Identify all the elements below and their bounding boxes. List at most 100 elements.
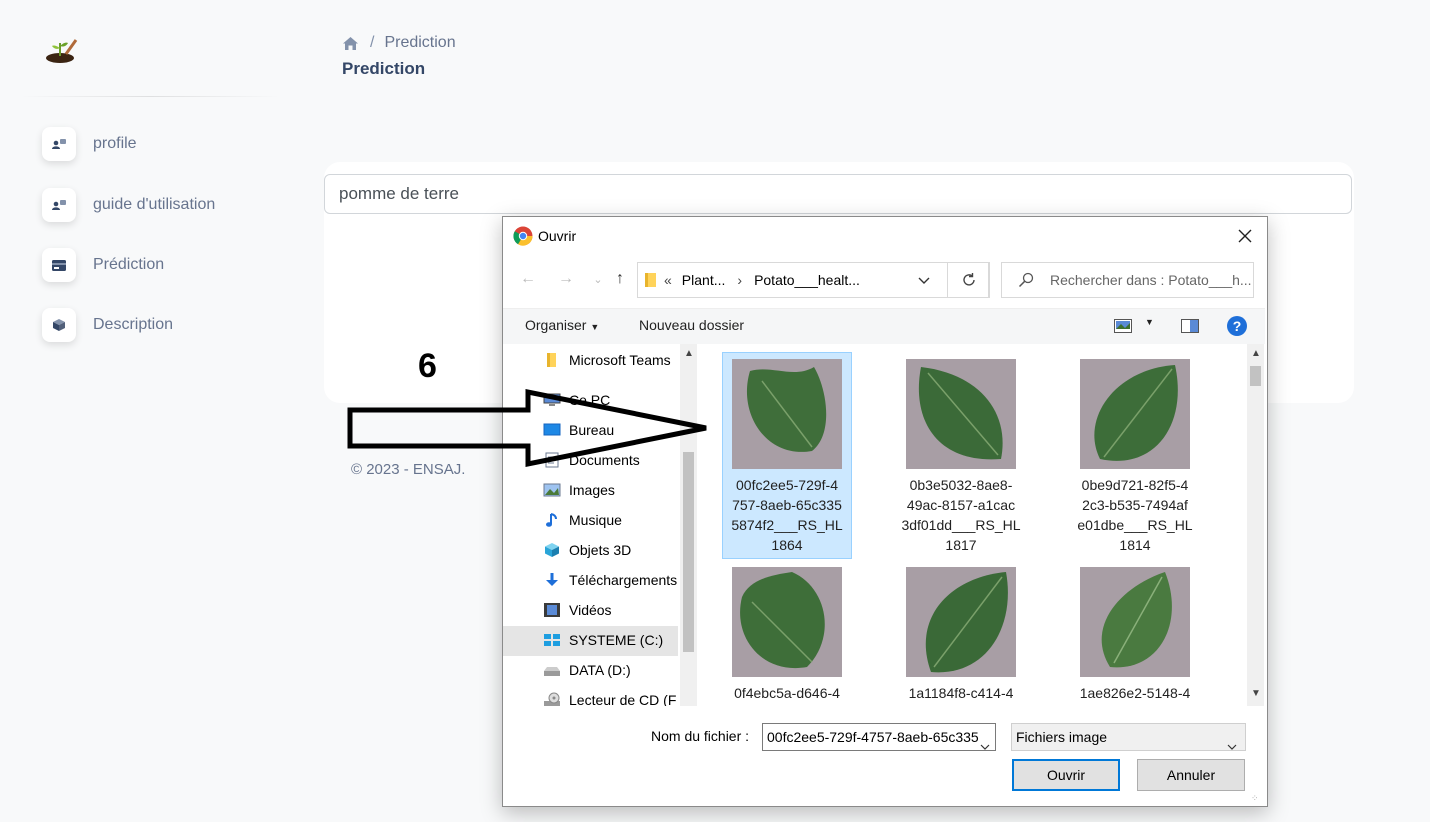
chevron-down-icon[interactable]: [1227, 733, 1237, 759]
address-bar[interactable]: « Plant... › Potato___healt...: [637, 262, 989, 298]
cancel-button[interactable]: Annuler: [1137, 759, 1245, 791]
tree-item-cd[interactable]: Lecteur de CD (F: [543, 685, 676, 706]
video-icon: [543, 602, 561, 618]
file-grid: 00fc2ee5-729f-4 757-8aeb-65c335 5874f2__…: [698, 344, 1265, 706]
folder-icon: [644, 272, 658, 288]
page-title: Prediction: [342, 59, 426, 78]
scroll-down-icon: ▼: [1251, 688, 1261, 699]
back-arrow-icon[interactable]: ←: [517, 267, 539, 291]
sidebar-item-label: profile: [93, 135, 137, 152]
plant-select[interactable]: pomme de terre: [324, 174, 1352, 214]
chrome-icon: [513, 226, 533, 251]
tree-item-telechargements[interactable]: Téléchargements: [543, 565, 677, 595]
annotation-arrow: [347, 388, 707, 468]
tree-item-data-d[interactable]: DATA (D:): [543, 655, 631, 685]
file-name: 0be9d721-82f5-4 2c3-b535-7494af e01dbe__…: [1077, 477, 1193, 553]
view-icon[interactable]: [1114, 319, 1132, 336]
file-item[interactable]: 1a1184f8-c414-4: [896, 561, 1026, 703]
file-name: 1a1184f8-c414-4: [908, 685, 1014, 701]
tree-item-videos[interactable]: Vidéos: [543, 595, 612, 625]
sidebar-item-prediction[interactable]: Prédiction: [42, 247, 282, 283]
scroll-up-icon: ▲: [1251, 348, 1261, 359]
file-name: 00fc2ee5-729f-4 757-8aeb-65c335 5874f2__…: [731, 477, 843, 553]
chevron-down-icon[interactable]: [980, 733, 990, 750]
leaf-thumbnail: [1080, 359, 1190, 469]
card-icon: [42, 248, 76, 282]
tree-item-microsoft-teams[interactable]: Microsoft Teams: [543, 345, 671, 375]
address-separator: ›: [737, 272, 743, 288]
file-name: 1ae826e2-5148-4: [1079, 685, 1191, 701]
scroll-up-icon: ▲: [684, 348, 694, 359]
sidebar-item-guide[interactable]: guide d'utilisation: [42, 187, 282, 223]
user-icon: [42, 127, 76, 161]
filetype-select[interactable]: Fichiers image: [1011, 723, 1246, 751]
filename-input[interactable]: 00fc2ee5-729f-4757-8aeb-65c335: [762, 723, 996, 751]
sidebar-item-label: Prédiction: [93, 256, 165, 273]
resize-grip-icon[interactable]: ⁘: [1251, 793, 1259, 804]
user-icon: [42, 188, 76, 222]
file-item[interactable]: 0f4ebc5a-d646-4: [722, 561, 852, 703]
search-box[interactable]: Rechercher dans : Potato___h...: [1001, 262, 1254, 298]
open-button[interactable]: Ouvrir: [1012, 759, 1120, 791]
tree-item-images[interactable]: Images: [543, 475, 615, 505]
file-name: 0b3e5032-8ae8- 49ac-8157-a1cac 3df01dd__…: [901, 477, 1021, 553]
organize-button[interactable]: Organiser ▼: [525, 317, 599, 333]
file-item[interactable]: 0be9d721-82f5-4 2c3-b535-7494af e01dbe__…: [1070, 353, 1200, 555]
file-name: 0f4ebc5a-d646-4: [734, 685, 840, 701]
recent-chevron-icon[interactable]: ⌄: [587, 267, 609, 291]
overflow-chevron[interactable]: «: [664, 272, 672, 288]
files-scrollbar[interactable]: ▲ ▼: [1247, 344, 1264, 706]
download-icon: [543, 572, 561, 588]
folder-icon: [543, 352, 561, 368]
search-icon: [1018, 272, 1034, 288]
drive-icon: [543, 632, 561, 648]
forward-arrow-icon[interactable]: →: [555, 267, 577, 291]
refresh-icon[interactable]: [947, 262, 990, 298]
new-folder-button[interactable]: Nouveau dossier: [639, 317, 744, 333]
scroll-thumb: [683, 452, 694, 652]
breadcrumb-current: Prediction: [384, 34, 456, 51]
breadcrumb: / Prediction: [343, 34, 456, 52]
tree-item-systeme-c[interactable]: SYSTEME (C:): [543, 625, 663, 655]
app-logo[interactable]: [44, 34, 80, 66]
cd-icon: [543, 692, 561, 706]
drive-icon: [543, 662, 561, 678]
home-icon[interactable]: [343, 36, 358, 50]
file-item[interactable]: 1ae826e2-5148-4: [1070, 561, 1200, 703]
file-item[interactable]: 00fc2ee5-729f-4 757-8aeb-65c335 5874f2__…: [722, 352, 852, 559]
preview-pane-icon[interactable]: [1181, 319, 1199, 336]
sidebar-divider: [20, 96, 280, 97]
chevron-down-icon[interactable]: [918, 272, 930, 288]
close-icon[interactable]: [1231, 222, 1259, 250]
leaf-thumbnail: [906, 359, 1016, 469]
sidebar-item-profile[interactable]: profile: [42, 126, 282, 162]
leaf-thumbnail: [732, 359, 842, 469]
scroll-thumb: [1250, 366, 1261, 386]
box-icon: [42, 308, 76, 342]
music-icon: [543, 512, 561, 528]
help-icon[interactable]: ?: [1226, 315, 1248, 340]
sidebar-item-description[interactable]: Description: [42, 307, 282, 343]
leaf-thumbnail: [1080, 567, 1190, 677]
up-arrow-icon[interactable]: ↑: [609, 267, 631, 291]
dialog-title: Ouvrir: [538, 228, 577, 244]
tree-item-objets-3d[interactable]: Objets 3D: [543, 535, 631, 565]
step-number: 6: [418, 347, 437, 385]
filename-label: Nom du fichier :: [651, 728, 750, 744]
svg-text:?: ?: [1233, 318, 1242, 334]
images-icon: [543, 482, 561, 498]
leaf-thumbnail: [732, 567, 842, 677]
sidebar-item-label: Description: [93, 316, 174, 333]
breadcrumb-separator: /: [370, 34, 375, 51]
search-placeholder: Rechercher dans : Potato___h...: [1050, 272, 1252, 288]
file-item[interactable]: 0b3e5032-8ae8- 49ac-8157-a1cac 3df01dd__…: [896, 353, 1026, 555]
sidebar-item-label: guide d'utilisation: [93, 196, 216, 213]
address-part-1[interactable]: Plant...: [682, 272, 726, 288]
dialog-toolbar: Organiser ▼ Nouveau dossier ▼ ?: [503, 308, 1265, 344]
leaf-thumbnail: [906, 567, 1016, 677]
tree-item-musique[interactable]: Musique: [543, 505, 622, 535]
view-chevron-icon[interactable]: ▼: [1145, 317, 1154, 327]
address-part-2[interactable]: Potato___healt...: [754, 272, 860, 288]
open-file-dialog: Ouvrir ← → ⌄ ↑ « Plant... › Potato___hea…: [502, 216, 1268, 807]
cube-icon: [543, 542, 561, 558]
